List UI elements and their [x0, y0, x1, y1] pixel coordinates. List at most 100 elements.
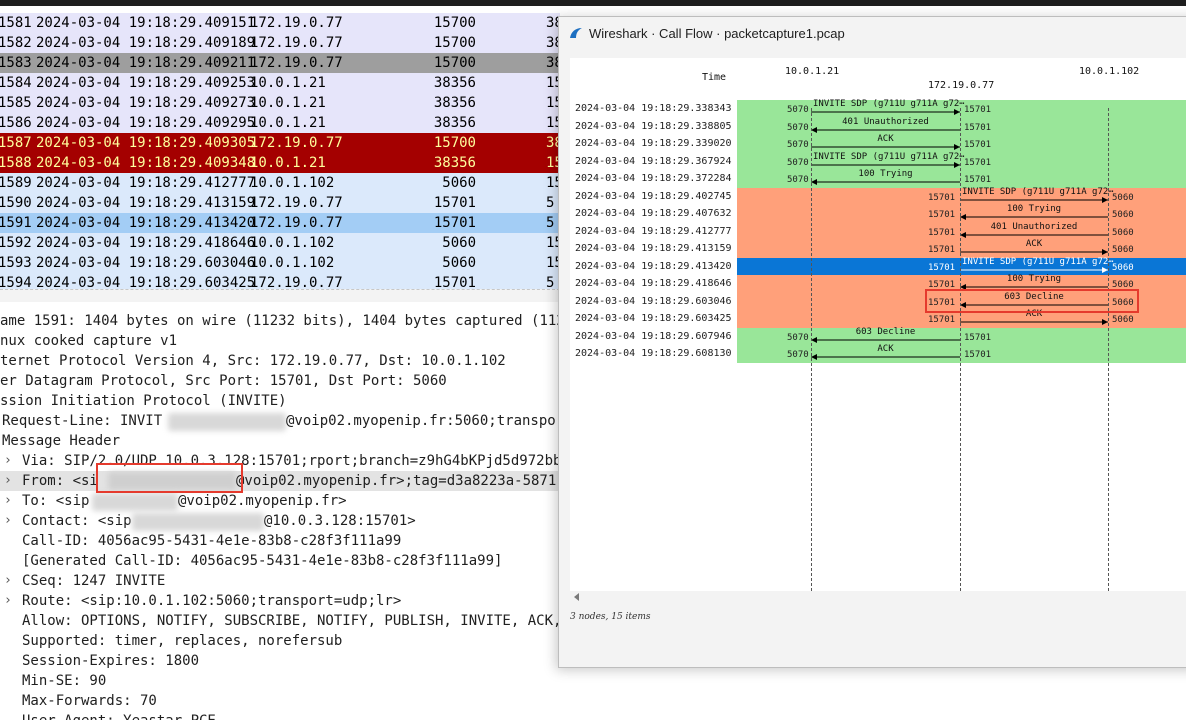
packet-source: 172.19.0.77 [250, 55, 343, 71]
tree-item-label: @voip02.myopenip.fr> [178, 493, 347, 509]
packet-src-port: 15701 [433, 195, 476, 211]
packet-source: 10.0.1.102 [250, 235, 335, 251]
chevron-right-icon[interactable]: › [4, 591, 12, 611]
lifeline [811, 108, 812, 591]
packet-src-port: 15700 [433, 15, 476, 31]
packet-time: 2024-03-04 19:18:29.603046 [36, 255, 256, 271]
tree-item-call-id[interactable]: Call-ID: 4056ac95-5431-4e1e-83b8-c28f3f1… [0, 531, 560, 551]
packet-source: 172.19.0.77 [250, 35, 343, 51]
highlight-box [96, 463, 243, 493]
redacted-blur [132, 513, 264, 531]
packet-no: 1581 [0, 15, 32, 31]
packet-row[interactable]: 1584 2024-03-04 19:18:29.409253 10.0.1.2… [0, 73, 560, 93]
packet-row-selected[interactable]: 1591 2024-03-04 19:18:29.413420 172.19.0… [0, 213, 560, 233]
packet-row[interactable]: 1593 2024-03-04 19:18:29.603046 10.0.1.1… [0, 253, 560, 273]
tree-item-cseq[interactable]: › CSeq: 1247 INVITE [0, 571, 560, 591]
packet-row[interactable]: 1588 2024-03-04 19:18:29.409348 10.0.1.2… [0, 153, 560, 173]
tree-item-route[interactable]: › Route: <sip:10.0.1.102:5060;transport=… [0, 591, 560, 611]
tree-item-allow[interactable]: Allow: OPTIONS, NOTIFY, SUBSCRIBE, NOTIF… [0, 611, 560, 631]
tree-item-label: @10.0.3.128:15701> [264, 513, 416, 529]
packet-src-port: 5060 [442, 175, 476, 191]
packet-row[interactable]: 1581 2024-03-04 19:18:29.409151 172.19.0… [0, 13, 560, 33]
tree-item-label: Allow: OPTIONS, NOTIFY, SUBSCRIBE, NOTIF… [22, 613, 560, 629]
packet-time: 2024-03-04 19:18:29.412777 [36, 175, 256, 191]
tree-item-message-header[interactable]: Message Header [0, 431, 560, 451]
tree-item-label: ssion Initiation Protocol (INVITE) [0, 393, 287, 409]
message-time: 2024-03-04 19:18:29.603046 [575, 295, 732, 307]
message-time: 2024-03-04 19:18:29.402745 [575, 190, 732, 202]
tree-item-frame[interactable]: ame 1591: 1404 bytes on wire (11232 bits… [0, 311, 560, 331]
tree-item-linux-cooked[interactable]: nux cooked capture v1 [0, 331, 560, 351]
packet-dst: 5 [546, 275, 555, 290]
tree-item-max-forwards[interactable]: Max-Forwards: 70 [0, 691, 560, 711]
source-port: 15701 [928, 192, 956, 203]
packet-row[interactable]: 1586 2024-03-04 19:18:29.409295 10.0.1.2… [0, 113, 560, 133]
packet-no: 1586 [0, 115, 32, 131]
tree-item-sip[interactable]: ssion Initiation Protocol (INVITE) [0, 391, 560, 411]
packet-no: 1585 [0, 95, 32, 111]
arrow-left-icon [960, 231, 1108, 238]
packet-row[interactable]: 1592 2024-03-04 19:18:29.418646 10.0.1.1… [0, 233, 560, 253]
tree-item-via[interactable]: › Via: SIP/2.0/UDP 10.0.3.128:15701;rpor… [0, 451, 560, 471]
tree-item-label: Route: <sip:10.0.1.102:5060;transport=ud… [22, 593, 402, 609]
packet-no: 1591 [0, 215, 32, 231]
source-port: 5070 [787, 175, 809, 185]
tree-item-generated-call-id[interactable]: [Generated Call-ID: 4056ac95-5431-4e1e-8… [0, 551, 560, 571]
tree-item-user-agent[interactable]: User-Agent: Yeastar PCE [0, 711, 560, 720]
arrow-right-icon [811, 109, 960, 115]
packet-row[interactable]: 1583 2024-03-04 19:18:29.409211 172.19.0… [0, 53, 560, 73]
message-time: 2024-03-04 19:18:29.338343 [575, 103, 732, 114]
tree-item-label: [Generated Call-ID: 4056ac95-5431-4e1e-8… [22, 553, 503, 569]
wireshark-fin-icon [570, 28, 582, 38]
packet-src-port: 38356 [433, 155, 476, 171]
chevron-right-icon[interactable]: › [4, 451, 12, 471]
packet-list[interactable]: 1580 2024-03-04 19:18:29.409119 127.0.0.… [0, 0, 560, 290]
tree-item-request-line[interactable]: Request-Line: INVIT @voip02.myopenip.fr:… [0, 411, 560, 431]
packet-time: 2024-03-04 19:18:29.409151 [36, 15, 256, 31]
horizontal-scrollbar[interactable] [570, 591, 1186, 603]
packet-no: 1592 [0, 235, 32, 251]
tree-item-contact[interactable]: › Contact: <sip @10.0.3.128:15701> [0, 511, 560, 531]
node-header: 10.0.1.21 [785, 66, 840, 77]
title-bar[interactable]: Wireshark · Call Flow · packetcapture1.p… [559, 17, 1186, 51]
pane-splitter[interactable] [0, 289, 560, 302]
packet-time: 2024-03-04 19:18:29.409189 [36, 35, 256, 51]
packet-no: 1594 [0, 275, 32, 290]
packet-details-tree[interactable]: ame 1591: 1404 bytes on wire (11232 bits… [0, 310, 560, 720]
chevron-right-icon[interactable]: › [4, 511, 12, 531]
chevron-right-icon[interactable]: › [4, 471, 12, 491]
tree-item-session-expires[interactable]: Session-Expires: 1800 [0, 651, 560, 671]
tree-item-label: From: <si [22, 473, 98, 489]
tree-item-supported[interactable]: Supported: timer, replaces, norefersub [0, 631, 560, 651]
call-flow-diagram[interactable]: Time 10.0.1.21 172.19.0.77 10.0.1.102 20… [570, 58, 1186, 591]
tree-item-label: CSeq: 1247 INVITE [22, 573, 166, 589]
dest-port: 5060 [1112, 227, 1134, 238]
redacted-blur [168, 413, 286, 431]
chevron-right-icon[interactable]: › [4, 571, 12, 591]
tree-item-udp[interactable]: er Datagram Protocol, Src Port: 15701, D… [0, 371, 560, 391]
packet-row[interactable]: 1582 2024-03-04 19:18:29.409189 172.19.0… [0, 33, 560, 53]
packet-row[interactable]: 1587 2024-03-04 19:18:29.409305 172.19.0… [0, 133, 560, 153]
tree-item-min-se[interactable]: Min-SE: 90 [0, 671, 560, 691]
call-flow-window[interactable]: Wireshark · Call Flow · packetcapture1.p… [558, 16, 1186, 668]
packet-no: 1584 [0, 75, 32, 91]
time-column-header: Time [702, 72, 727, 83]
packet-src-port: 38356 [433, 95, 476, 111]
tree-item-to[interactable]: › To: <sip @voip02.myopenip.fr> [0, 491, 560, 511]
tree-item-label: er Datagram Protocol, Src Port: 15701, D… [0, 373, 447, 389]
tree-item-label: @voip02.myopenip.fr>;tag=d3a8223a-5871-4 [236, 473, 560, 489]
packet-row[interactable]: 1594 2024-03-04 19:18:29.603425 172.19.0… [0, 273, 560, 290]
dest-port: 15701 [964, 175, 992, 185]
packet-time: 2024-03-04 19:18:29.409273 [36, 95, 256, 111]
arrow-left-icon [811, 126, 960, 133]
packet-row[interactable]: 1589 2024-03-04 19:18:29.412777 10.0.1.1… [0, 173, 560, 193]
message-time: 2024-03-04 19:18:29.413159 [575, 243, 732, 254]
tree-item-from[interactable]: › From: <si @voip02.myopenip.fr>;tag=d3a… [0, 471, 560, 491]
tree-item-ipv4[interactable]: ternet Protocol Version 4, Src: 172.19.0… [0, 351, 560, 371]
status-text: 3 nodes, 15 items [570, 612, 651, 622]
scroll-left-icon[interactable] [572, 592, 582, 602]
chevron-right-icon[interactable]: › [4, 491, 12, 511]
packet-row[interactable]: 1590 2024-03-04 19:18:29.413159 172.19.0… [0, 193, 560, 213]
packet-row[interactable]: 1585 2024-03-04 19:18:29.409273 10.0.1.2… [0, 93, 560, 113]
arrow-left-icon [811, 179, 960, 185]
